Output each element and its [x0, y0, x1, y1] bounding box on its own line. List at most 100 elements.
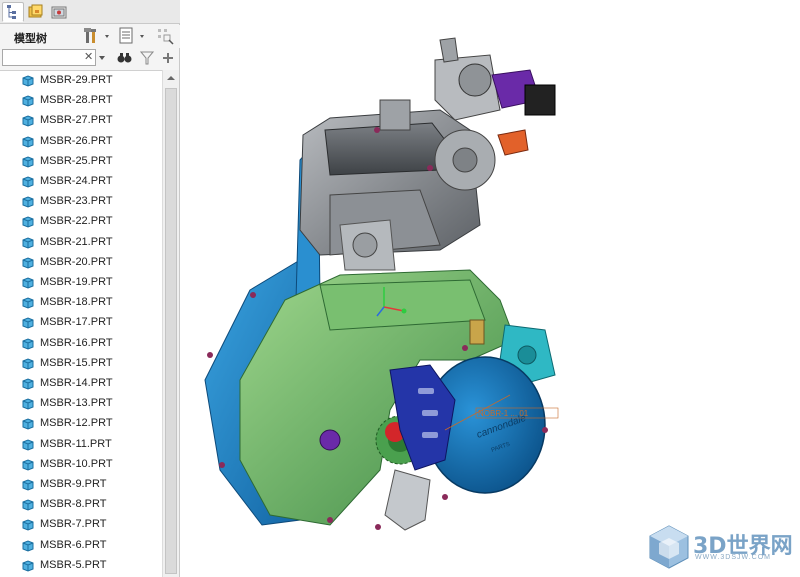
add-icon[interactable] [161, 51, 175, 65]
tree-item-label: MSBR-7.PRT [40, 518, 107, 531]
tree-item-label: MSBR-29.PRT [40, 74, 113, 86]
tree-item[interactable]: MSBR-14.PRT [22, 375, 160, 393]
tree-item[interactable]: MSBR-12.PRT [22, 415, 160, 433]
tree-item[interactable]: MSBR-28.PRT [22, 92, 160, 110]
tree-item[interactable]: MSBR-18.PRT [22, 294, 160, 312]
tree-item-label: MSBR-19.PRT [40, 276, 113, 288]
favorites-tab-icon [51, 6, 67, 19]
tree-item-label: MSBR-22.PRT [40, 215, 113, 228]
part-icon [22, 519, 34, 531]
tree-item[interactable]: MSBR-17.PRT [22, 314, 160, 332]
tree-item-label: MSBR-12.PRT [40, 417, 113, 430]
tools-icon [84, 28, 96, 43]
tree-item[interactable]: MSBR-16.PRT [22, 335, 160, 353]
search-input[interactable] [2, 49, 96, 66]
tree-item[interactable]: MSBR-23.PRT [22, 193, 160, 211]
tab-favorites[interactable] [48, 2, 70, 22]
part-icon [22, 196, 34, 208]
tree-item-label: MSBR-27.PRT [40, 114, 113, 127]
tree-item[interactable]: MSBR-5.PRT [22, 557, 160, 575]
part-icon [22, 338, 34, 350]
chevron-down-icon[interactable] [98, 53, 108, 63]
part-icon [22, 499, 34, 511]
cylinder-head[interactable] [299, 99, 496, 271]
tree-item[interactable]: MSBR-25.PRT [22, 153, 160, 171]
engine-model[interactable]: cannondale PARTS NOBR-1 ... 01 [181, 0, 800, 577]
tree-item[interactable]: MSBR-7.PRT [22, 516, 160, 534]
part-icon [22, 257, 34, 269]
tree-item[interactable]: MSBR-11.PRT [22, 436, 160, 454]
tree-item-label: MSBR-26.PRT [40, 134, 113, 147]
find-icon[interactable] [116, 50, 134, 66]
tree-item[interactable]: MSBR-27.PRT [22, 112, 160, 130]
tree-item[interactable]: MSBR-9.PRT [22, 476, 160, 494]
model-tree-tab-icon [7, 5, 16, 19]
part-icon [22, 115, 34, 127]
tab-model-tree[interactable] [2, 2, 24, 22]
watermark: 3D世界网 WWW.3DSJW.COM [648, 522, 798, 574]
part-icon [22, 418, 34, 430]
tree-item[interactable]: MSBR-29.PRT [22, 72, 160, 90]
scroll-thumb[interactable] [165, 88, 177, 574]
tree-item-label: MSBR-9.PRT [40, 478, 107, 490]
part-icon [22, 237, 34, 249]
navigator-panel: 模型树 ✕ MSBR-29.PRT MSBR-28.PRT MSBR-27.PR… [0, 0, 180, 577]
part-icon [22, 540, 34, 552]
part-icon [22, 459, 34, 471]
part-icon [22, 398, 34, 410]
grid-select-icon [158, 29, 174, 45]
model-tree: MSBR-29.PRT MSBR-28.PRT MSBR-27.PRT MSBR-26… [0, 70, 162, 577]
show-menu-button[interactable] [118, 27, 150, 45]
part-icon [22, 156, 34, 168]
app-window: 模型树 ✕ MSBR-29.PRT MSBR-28.PRT MSBR-27.PR… [0, 0, 800, 577]
tree-item-label: MSBR-23.PRT [40, 195, 113, 208]
tree-item-label: MSBR-20.PRT [40, 255, 113, 268]
panel-title: 模型树 [14, 32, 47, 45]
tree-item[interactable]: MSBR-10.PRT [22, 456, 160, 474]
cube-logo-icon [649, 525, 689, 569]
tree-item[interactable]: MSBR-15.PRT [22, 355, 160, 373]
tree-scrollbar[interactable] [162, 70, 179, 577]
tree-item-label: MSBR-13.PRT [40, 397, 113, 410]
tree-item[interactable]: MSBR-26.PRT [22, 133, 160, 151]
tree-item-label: MSBR-6.PRT [40, 538, 107, 551]
graphics-viewport[interactable]: cannondale PARTS NOBR-1 ... 01 [181, 0, 800, 577]
annotation-text: NOBR-1 ... 01 [478, 409, 529, 418]
tree-item[interactable]: MSBR-21.PRT [22, 234, 160, 252]
tree-item-label: MSBR-24.PRT [40, 175, 113, 187]
tab-folder-browser[interactable] [25, 2, 47, 22]
tree-item-label: MSBR-18.PRT [40, 296, 113, 309]
tree-item[interactable]: MSBR-24.PRT [22, 173, 160, 191]
tree-item-label: MSBR-17.PRT [40, 316, 113, 329]
tree-item[interactable]: MSBR-8.PRT [22, 496, 160, 514]
tree-item[interactable]: MSBR-20.PRT [22, 254, 160, 272]
part-icon [22, 560, 34, 572]
tree-item-label: MSBR-14.PRT [40, 377, 113, 389]
part-icon [22, 297, 34, 309]
engine-mount[interactable] [384, 469, 431, 531]
part-icon [22, 216, 34, 228]
search-row: ✕ [0, 48, 180, 68]
part-icon [22, 358, 34, 370]
part-icon [22, 378, 34, 390]
watermark-subtitle: WWW.3DSJW.COM [695, 554, 771, 561]
tree-item[interactable]: MSBR-19.PRT [22, 274, 160, 292]
tree-filter-button[interactable] [156, 27, 176, 45]
chevron-down-icon [105, 35, 109, 38]
part-icon [22, 317, 34, 329]
close-icon[interactable]: ✕ [84, 50, 93, 63]
tree-toolbar: 模型树 [0, 25, 180, 48]
part-icon [22, 95, 34, 107]
chevron-down-icon [140, 35, 144, 38]
tree-item[interactable]: MSBR-13.PRT [22, 395, 160, 413]
scroll-up-icon[interactable] [163, 70, 179, 86]
tree-item[interactable]: MSBR-22.PRT [22, 213, 160, 231]
document-icon [119, 27, 133, 44]
part-icon [22, 176, 34, 188]
tree-settings-button[interactable] [84, 27, 114, 45]
navigator-tabs [0, 0, 180, 24]
tree-item-label: MSBR-11.PRT [40, 437, 112, 450]
filter-icon[interactable] [140, 51, 154, 65]
tree-item-label: MSBR-8.PRT [40, 498, 107, 511]
tree-item[interactable]: MSBR-6.PRT [22, 537, 160, 555]
